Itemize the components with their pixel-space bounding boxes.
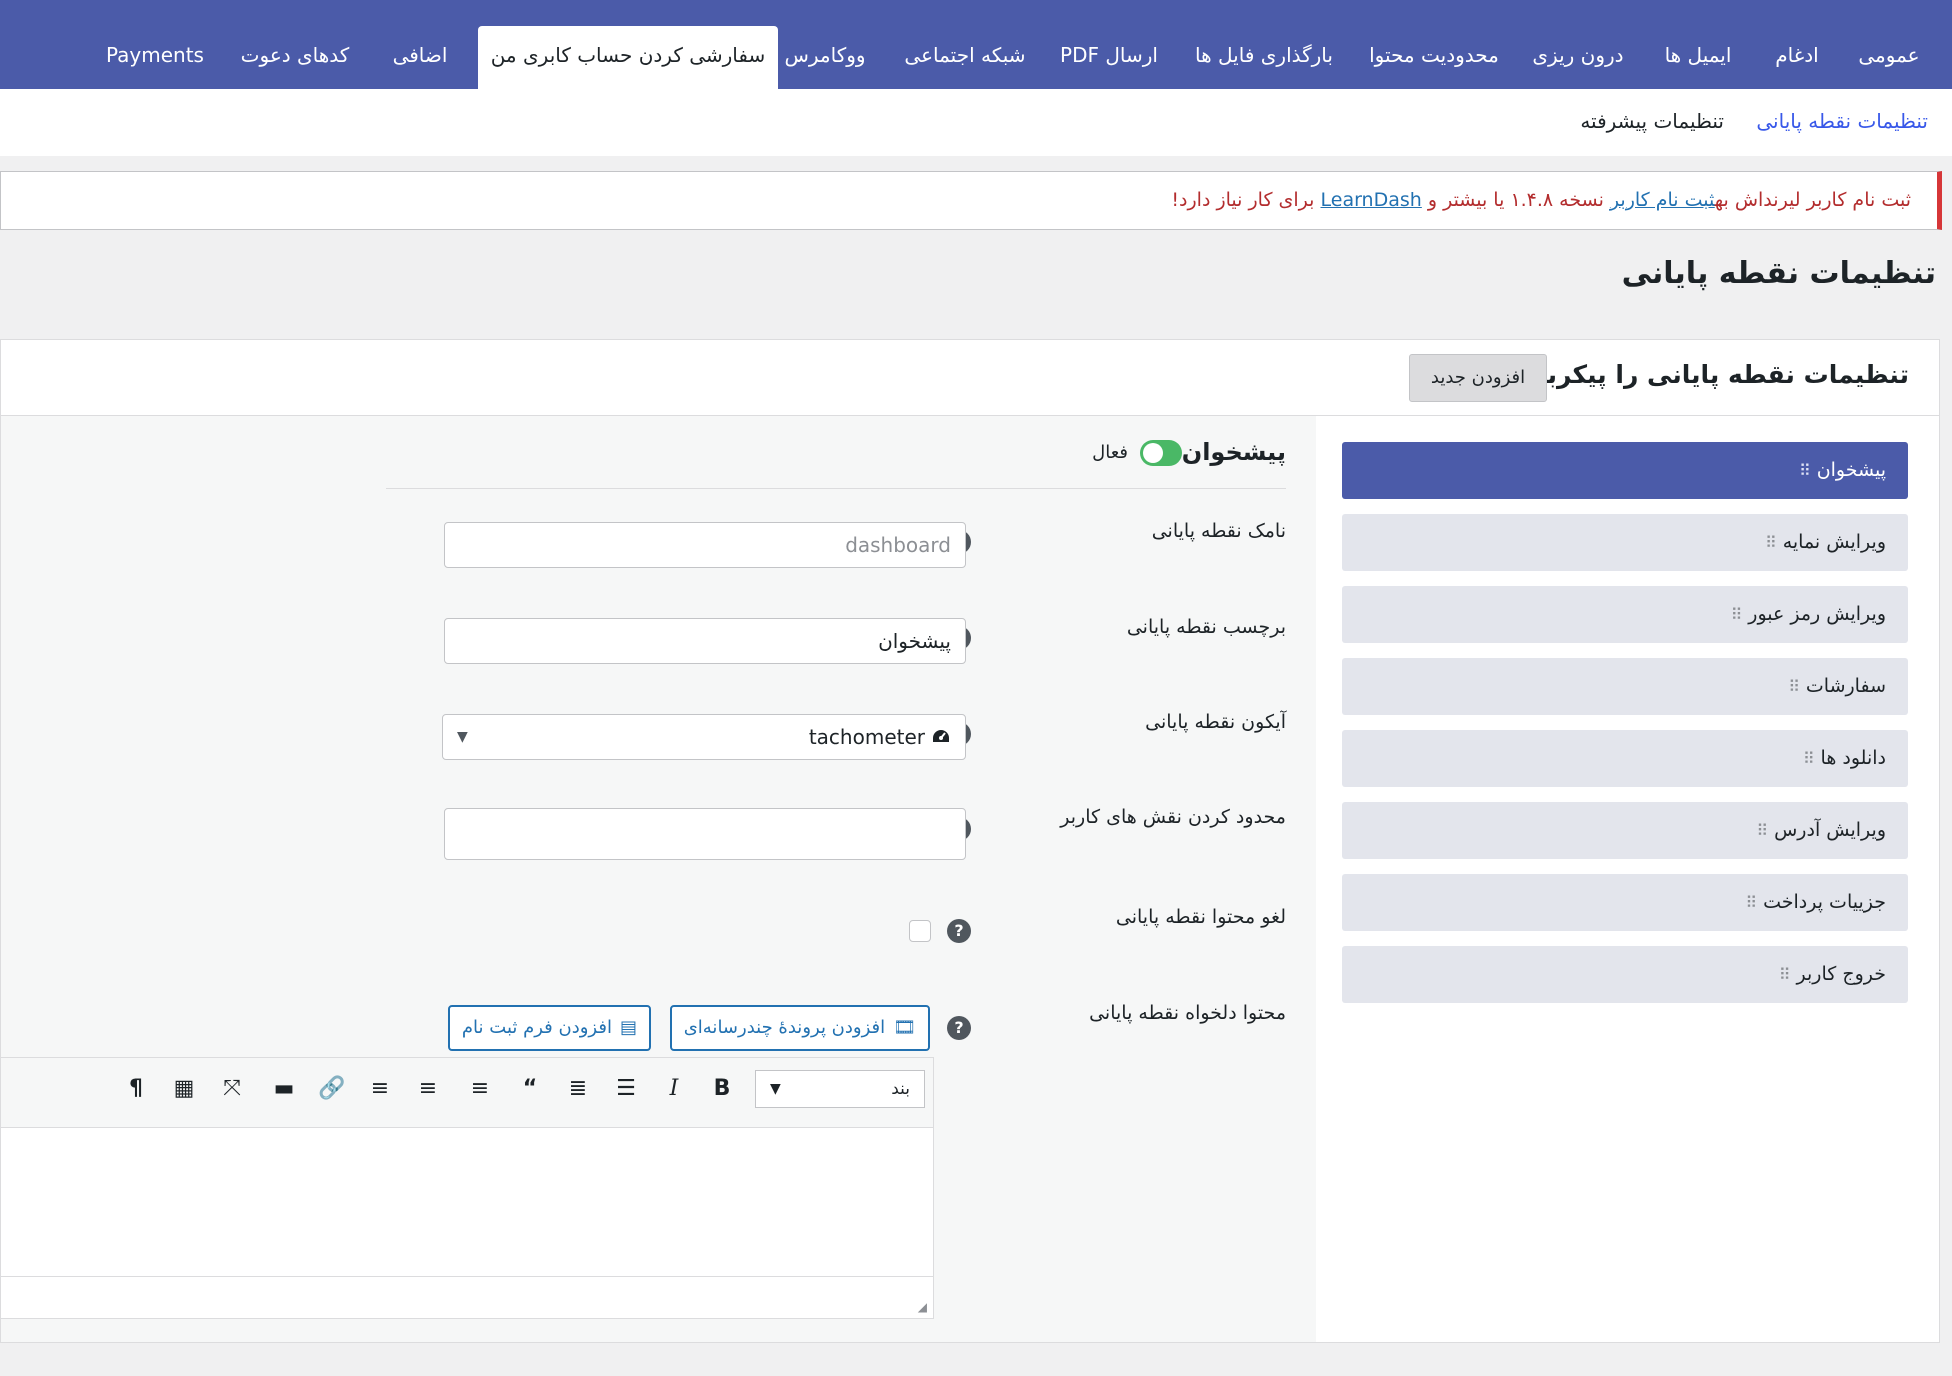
numbered-list-icon[interactable]: ≣ — [561, 1072, 595, 1106]
tab-emails[interactable]: ایمیل ها — [1646, 26, 1750, 89]
tab-payments[interactable]: Payments — [92, 26, 218, 89]
notice-link-learndash[interactable]: LearnDash — [1321, 189, 1422, 211]
read-more-icon[interactable]: ▬ — [267, 1072, 301, 1106]
form-icon: ▤ — [619, 1017, 637, 1038]
endpoint-label: خروج کاربر — [1796, 963, 1887, 985]
fullscreen-icon[interactable]: ⤧ — [215, 1072, 249, 1106]
endpoint-label-input[interactable]: پیشخوان — [444, 618, 966, 664]
drag-handle-icon[interactable]: ⠿ — [1803, 730, 1815, 787]
editor-toolbar: بند ▼ B I ☰ ≣ “ ≡ ≡ ≡ 🔗 ▬ ⤧ ▦ ¶ — [1, 1058, 933, 1128]
endpoint-item-edit-profile[interactable]: ویرایش نمایه⠿ — [1342, 514, 1908, 571]
drag-handle-icon[interactable]: ⠿ — [1788, 658, 1800, 715]
slug-input[interactable]: dashboard — [444, 522, 966, 568]
align-right-icon[interactable]: ≡ — [363, 1072, 397, 1106]
tab-general[interactable]: عمومی — [1844, 26, 1934, 89]
icon-select-value: tachometer — [808, 725, 925, 749]
add-form-label: افزودن فرم ثبت نام — [461, 1017, 612, 1038]
endpoint-label: پیشخوان — [1816, 459, 1886, 481]
endpoint-item-edit-password[interactable]: ویرایش رمز عبور⠿ — [1342, 586, 1908, 643]
endpoint-label: دانلود ها — [1820, 747, 1886, 769]
tab-social-network[interactable]: شبکه اجتماعی — [892, 26, 1038, 89]
box-header: تنظیمات نقطه پایانی را پیکربندی کنید افز… — [1, 340, 1939, 416]
align-center-icon[interactable]: ≡ — [411, 1072, 445, 1106]
paragraph-format-select[interactable]: بند ▼ — [755, 1070, 925, 1108]
tab-integration[interactable]: ادغام — [1760, 26, 1834, 89]
tab-import[interactable]: درون ریزی — [1520, 26, 1636, 89]
tab-extras[interactable]: اضافی — [372, 26, 468, 89]
disable-content-checkbox[interactable] — [909, 920, 931, 942]
media-icon: 🎞 — [893, 1017, 916, 1038]
custom-content-label: محتوا دلخواه نقطه پایانی — [1089, 1002, 1286, 1024]
restrict-roles-label: محدود کردن نقش های کاربر — [1060, 806, 1286, 828]
tab-file-uploads[interactable]: بارگذاری فایل ها — [1180, 26, 1348, 89]
chevron-down-icon: ▼ — [457, 729, 468, 745]
endpoint-label: ویرایش آدرس — [1774, 819, 1886, 841]
help-icon[interactable]: ? — [947, 919, 971, 943]
add-new-button[interactable]: افزودن جدید — [1409, 354, 1547, 402]
link-icon[interactable]: 🔗 — [315, 1072, 349, 1106]
bold-icon[interactable]: B — [705, 1072, 739, 1106]
resize-handle-icon[interactable]: ◢ — [918, 1300, 927, 1314]
italic-icon[interactable]: I — [657, 1072, 691, 1106]
endpoint-label-label: برچسب نقطه پایانی — [1126, 616, 1286, 638]
notice-middle: نسخه ۱.۴.۸ یا بیشتر و — [1421, 189, 1610, 211]
tachometer-icon — [931, 715, 951, 759]
subtab-advanced-settings[interactable]: تنظیمات پیشرفته — [1580, 109, 1724, 133]
chevron-down-icon: ▼ — [770, 1081, 781, 1097]
requirement-notice: ثبت نام کاربر لیرنداش بهثبت نام کاربر نس… — [0, 171, 1942, 230]
endpoint-list: پیشخوان⠿ ویرایش نمایه⠿ ویرایش رمز عبور⠿ … — [1315, 416, 1939, 1342]
tab-customize-my-account[interactable]: سفارشی کردن حساب کابری من — [478, 26, 778, 89]
endpoint-item-edit-address[interactable]: ویرایش آدرس ⠿ — [1342, 802, 1908, 859]
notice-link-user-registration[interactable]: ثبت نام کاربر — [1610, 189, 1715, 211]
paragraph-direction-icon[interactable]: ¶ — [119, 1072, 153, 1106]
enable-toggle[interactable] — [1140, 440, 1182, 466]
bullet-list-icon[interactable]: ☰ — [609, 1072, 643, 1106]
endpoint-item-logout[interactable]: خروج کاربر⠿ — [1342, 946, 1908, 1003]
tab-pdf-submission[interactable]: ارسال PDF — [1048, 26, 1170, 89]
subtab-endpoint-settings[interactable]: تنظیمات نقطه پایانی — [1756, 109, 1928, 133]
endpoint-label: جزییات پرداخت — [1763, 891, 1886, 913]
endpoint-item-downloads[interactable]: دانلود ها⠿ — [1342, 730, 1908, 787]
tab-invite-codes[interactable]: کدهای دعوت — [228, 26, 362, 89]
editor-statusbar: ◢ — [1, 1276, 933, 1318]
notice-prefix: ثبت نام کاربر لیرنداش به — [1714, 189, 1911, 211]
format-value: بند — [891, 1079, 910, 1099]
blockquote-icon[interactable]: “ — [513, 1072, 547, 1106]
drag-handle-icon[interactable]: ⠿ — [1799, 442, 1811, 499]
help-icon[interactable]: ? — [947, 1016, 971, 1040]
notice-suffix: برای کار نیاز دارد! — [1171, 189, 1321, 211]
add-registration-form-button[interactable]: ▤ افزودن فرم ثبت نام — [447, 1005, 651, 1051]
page-title: تنظیمات نقطه پایانی — [1621, 256, 1936, 291]
editor-body[interactable] — [1, 1128, 933, 1278]
drag-handle-icon[interactable]: ⠿ — [1745, 874, 1757, 931]
panel-header: پیشخوان فعال — [386, 416, 1286, 489]
endpoint-item-dashboard[interactable]: پیشخوان⠿ — [1342, 442, 1908, 499]
restrict-roles-input[interactable] — [444, 808, 966, 860]
top-tab-bar: عمومی ادغام ایمیل ها درون ریزی محدودیت م… — [0, 0, 1952, 89]
endpoint-item-orders[interactable]: سفارشات⠿ — [1342, 658, 1908, 715]
drag-handle-icon[interactable]: ⠿ — [1731, 586, 1743, 643]
sub-tab-bar: تنظیمات نقطه پایانی تنظیمات پیشرفته — [0, 89, 1952, 156]
align-left-icon[interactable]: ≡ — [463, 1072, 497, 1106]
endpoint-item-payment-details[interactable]: جزییات پرداخت ⠿ — [1342, 874, 1908, 931]
icon-select[interactable]: tachometer ▼ — [442, 714, 966, 760]
endpoint-label: سفارشات — [1805, 675, 1886, 697]
add-media-button[interactable]: 🎞 افزودن پروندهٔ چندرسانه‌ای — [669, 1005, 930, 1051]
endpoint-label: ویرایش نمایه — [1782, 531, 1886, 553]
icon-label: آیکون نقطه پایانی — [1145, 711, 1286, 733]
drag-handle-icon[interactable]: ⠿ — [1756, 802, 1768, 859]
content-editor: بند ▼ B I ☰ ≣ “ ≡ ≡ ≡ 🔗 ▬ ⤧ ▦ ¶ ◢ — [0, 1057, 934, 1319]
panel-title: پیشخوان — [1181, 438, 1286, 466]
endpoint-label: ویرایش رمز عبور — [1748, 603, 1886, 625]
tab-woocommerce[interactable]: ووکامرس — [768, 26, 882, 89]
drag-handle-icon[interactable]: ⠿ — [1779, 946, 1791, 1003]
drag-handle-icon[interactable]: ⠿ — [1765, 514, 1777, 571]
add-media-label: افزودن پروندهٔ چندرسانه‌ای — [683, 1017, 886, 1038]
disable-content-label: لغو محتوا نقطه پایانی — [1115, 906, 1286, 928]
toolbar-toggle-icon[interactable]: ▦ — [167, 1072, 201, 1106]
toggle-label: فعال — [1092, 442, 1128, 463]
slug-label: نامک نقطه پایانی — [1151, 520, 1286, 542]
tab-content-restriction[interactable]: محدودیت محتوا — [1358, 26, 1510, 89]
